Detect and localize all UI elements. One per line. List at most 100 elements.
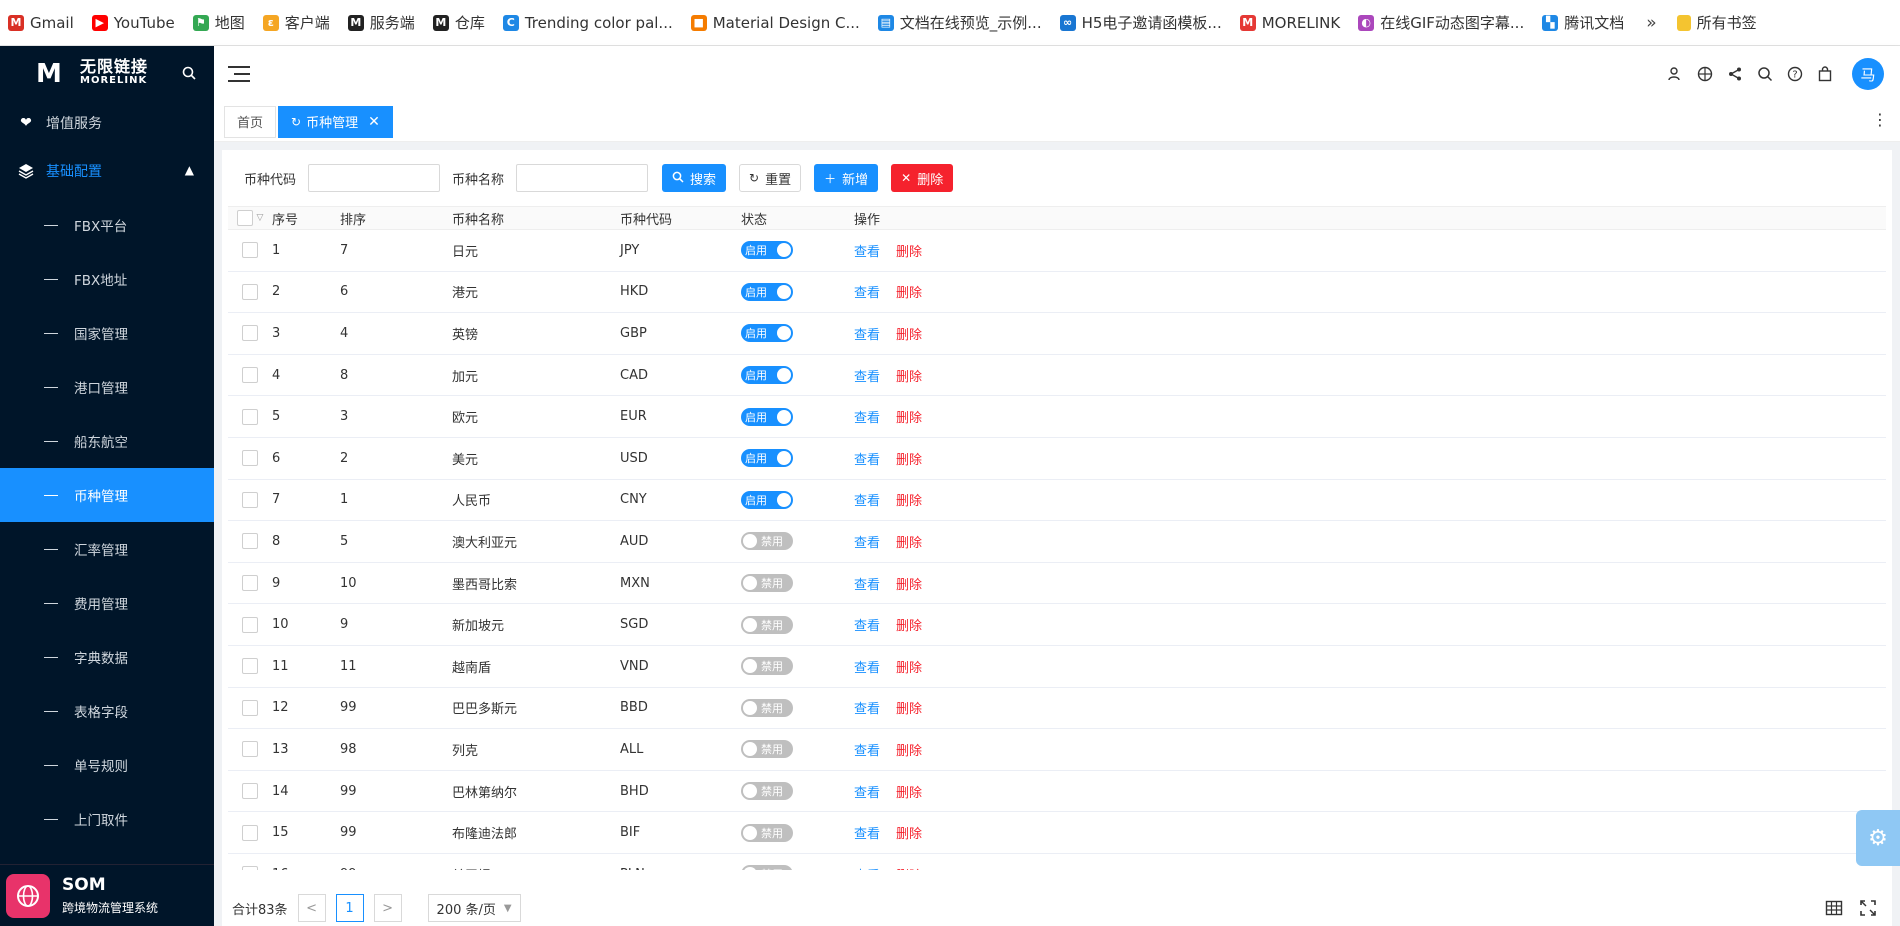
row-checkbox[interactable] [242,741,258,758]
more-vertical-icon[interactable]: ⋮ [1872,110,1888,129]
sidebar-item[interactable]: 币种管理 [0,468,214,522]
delete-link[interactable]: 删除 [896,827,922,842]
bookmark-item[interactable]: ◐ 在线GIF动态图字幕... [1350,0,1534,45]
sidebar-item[interactable]: 费用管理 [0,576,214,630]
close-icon[interactable]: ✕ [368,114,380,130]
menu-group-basic-config[interactable]: 基础配置 ▲ [0,144,214,198]
row-checkbox[interactable] [242,616,258,633]
status-toggle[interactable]: 启用 [741,407,793,426]
view-link[interactable]: 查看 [854,411,880,426]
row-checkbox[interactable] [242,367,258,384]
search-icon[interactable] [1750,59,1780,89]
view-link[interactable]: 查看 [854,619,880,634]
fullscreen-icon[interactable] [1854,894,1882,922]
view-link[interactable]: 查看 [854,661,880,676]
help-icon[interactable]: ? [1780,59,1810,89]
sidebar-item[interactable]: 港口管理 [0,360,214,414]
view-link[interactable]: 查看 [854,578,880,593]
avatar[interactable]: 马 [1852,58,1884,90]
status-toggle[interactable]: 启用 [741,449,793,468]
status-toggle[interactable]: 启用 [741,366,793,385]
menu-fold-icon[interactable] [228,65,250,83]
reset-button[interactable]: ↻ 重置 [739,164,802,192]
search-button[interactable]: 搜索 [662,164,727,192]
view-link[interactable]: 查看 [854,827,880,842]
bookmark-item[interactable]: C Trending color pal... [495,0,683,45]
view-link[interactable]: 查看 [854,370,880,385]
row-checkbox[interactable] [242,408,258,425]
bookmark-item[interactable]: ∞ H5电子邀请函模板... [1052,0,1232,45]
bookmark-item[interactable]: M MORELINK [1232,0,1351,45]
status-toggle[interactable]: 禁用 [741,657,793,676]
delete-link[interactable]: 删除 [896,453,922,468]
delete-link[interactable]: 删除 [896,661,922,676]
delete-link[interactable]: 删除 [896,370,922,385]
status-toggle[interactable]: 启用 [741,490,793,509]
row-checkbox[interactable] [242,491,258,508]
status-toggle[interactable]: 禁用 [741,698,793,717]
view-link[interactable]: 查看 [854,494,880,509]
select-all-checkbox[interactable] [236,210,253,226]
globe-language-icon[interactable] [1690,59,1720,89]
bookmark-item[interactable]: ■ Material Design C... [683,0,870,45]
delete-link[interactable]: 删除 [896,744,922,759]
page-size-select[interactable]: 200 条/页 ▼ [427,894,521,922]
row-checkbox[interactable] [242,533,258,550]
shopping-bag-icon[interactable] [1810,59,1840,89]
view-link[interactable]: 查看 [854,453,880,468]
row-checkbox[interactable] [242,325,258,342]
menu-group-value-added[interactable]: ❤ 增值服务 [0,102,214,144]
view-link[interactable]: 查看 [854,536,880,551]
user-switch-icon[interactable] [1660,59,1690,89]
tab-currency-management[interactable]: ↻ 币种管理 ✕ [278,105,393,138]
bookmarks-more-button[interactable]: » [1634,13,1668,33]
delete-link[interactable]: 删除 [896,494,922,509]
search-icon[interactable] [182,66,196,84]
delete-link[interactable]: 删除 [896,869,922,870]
chevron-down-icon[interactable]: ▽ [257,213,264,223]
delete-link[interactable]: 删除 [896,245,922,260]
status-toggle[interactable]: 禁用 [741,823,793,842]
bookmark-item[interactable]: M Gmail [0,0,84,45]
bookmark-item[interactable]: ▚ 腾讯文档 [1534,0,1634,45]
sidebar-item[interactable]: 上门取件 [0,792,214,846]
sidebar-item[interactable]: 船东航空 [0,414,214,468]
bookmark-item[interactable]: ▤ 文档在线预览_示例... [870,0,1052,45]
status-toggle[interactable]: 禁用 [741,574,793,593]
sidebar-item[interactable]: 国家管理 [0,306,214,360]
currency-code-input[interactable] [308,164,441,192]
row-checkbox[interactable] [242,783,258,800]
sidebar-item[interactable]: 表格字段 [0,684,214,738]
delete-link[interactable]: 删除 [896,286,922,301]
view-link[interactable]: 查看 [854,245,880,260]
row-checkbox[interactable] [242,658,258,675]
delete-button[interactable]: ✕ 删除 [891,164,954,192]
sidebar-item[interactable]: FBX地址 [0,252,214,306]
status-toggle[interactable]: 禁用 [741,532,793,551]
bookmark-item[interactable]: M 服务端 [340,0,425,45]
row-checkbox[interactable] [242,283,258,300]
sidebar-item[interactable]: 单号规则 [0,738,214,792]
bookmark-item[interactable]: ▶ YouTube [84,0,185,45]
prev-page-button[interactable]: < [297,894,326,922]
sidebar-item[interactable]: 汇率管理 [0,522,214,576]
status-toggle[interactable]: 启用 [741,282,793,301]
delete-link[interactable]: 删除 [896,536,922,551]
view-link[interactable]: 查看 [854,869,880,870]
delete-link[interactable]: 删除 [896,619,922,634]
bookmarks-folder[interactable]: 所有书签 [1669,0,1767,45]
bookmark-item[interactable]: ⚑ 地图 [185,0,255,45]
settings-float-button[interactable]: ⚙ [1856,810,1900,866]
sidebar-item[interactable]: FBX平台 [0,198,214,252]
status-toggle[interactable]: 启用 [741,241,793,260]
status-toggle[interactable]: 禁用 [741,740,793,759]
logo[interactable]: M 无限链接 MORELINK [0,46,214,102]
view-link[interactable]: 查看 [854,286,880,301]
delete-link[interactable]: 删除 [896,578,922,593]
delete-link[interactable]: 删除 [896,411,922,426]
status-toggle[interactable]: 禁用 [741,782,793,801]
view-link[interactable]: 查看 [854,744,880,759]
view-link[interactable]: 查看 [854,786,880,801]
delete-link[interactable]: 删除 [896,328,922,343]
delete-link[interactable]: 删除 [896,786,922,801]
